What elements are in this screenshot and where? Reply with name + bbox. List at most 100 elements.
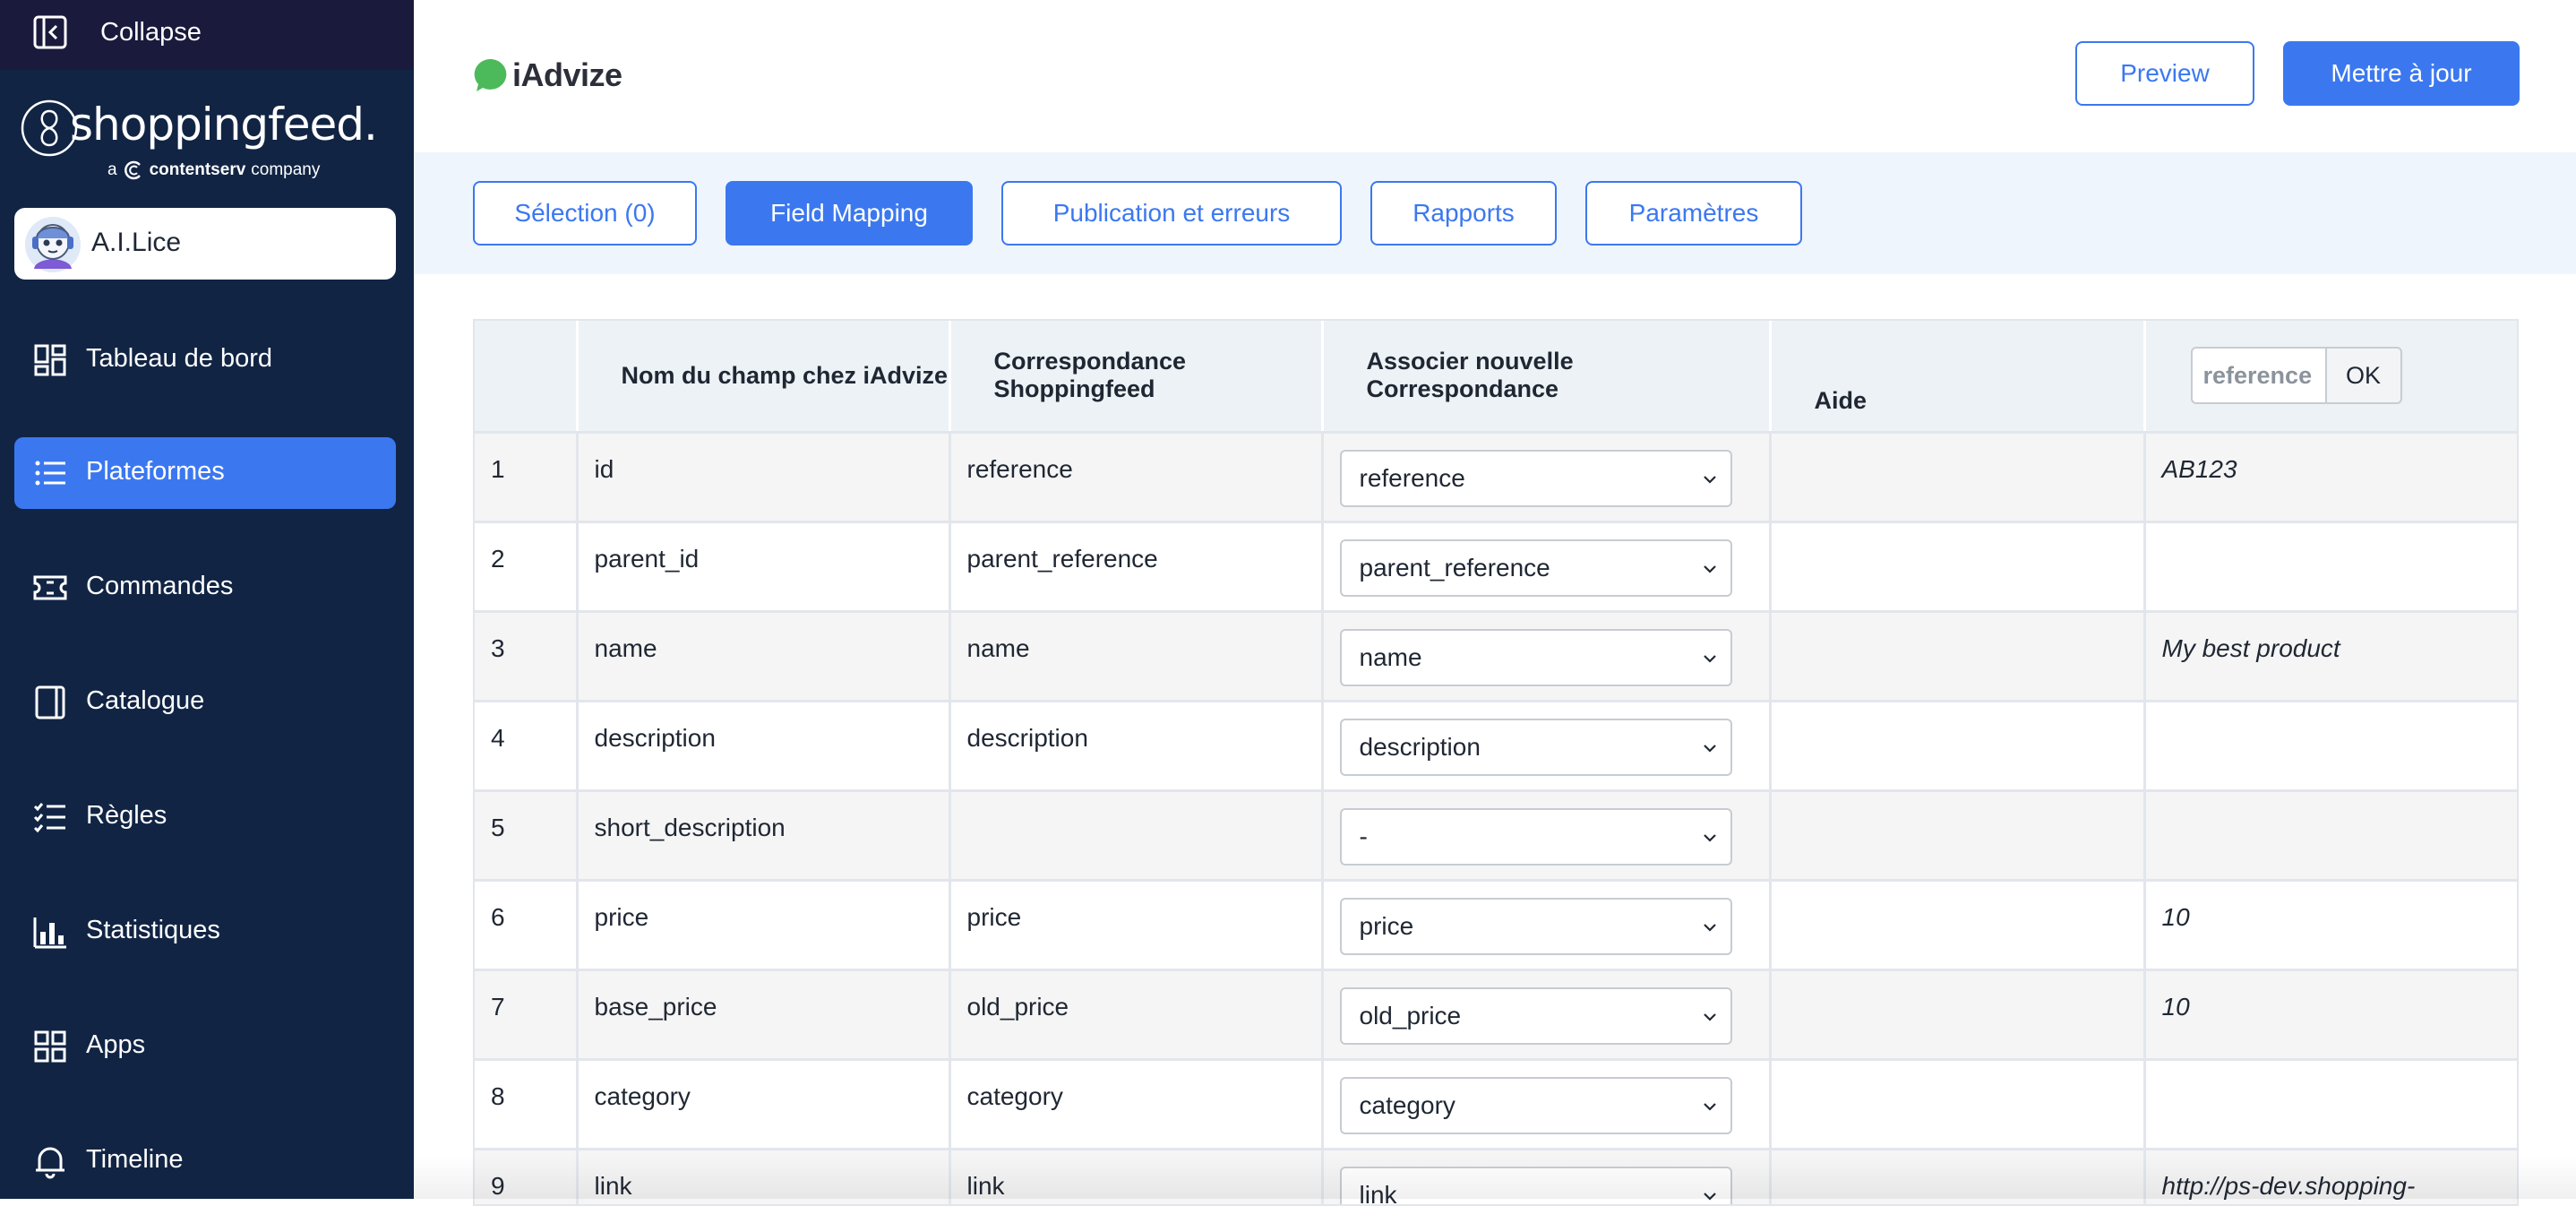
sidebar-item-timeline[interactable]: Timeline [14, 1125, 396, 1197]
ticket-icon [32, 570, 68, 606]
help-cell [1770, 611, 2144, 701]
header-field-name: Nom du champ chez iAdvize [577, 321, 949, 432]
row-number: 1 [475, 432, 577, 521]
help-cell [1770, 790, 2144, 880]
mapping-select-value: price [1360, 912, 1414, 940]
tab-publication-erreurs[interactable]: Publication et erreurs [1001, 181, 1342, 246]
row-number: 4 [475, 701, 577, 790]
sidebar-item-label: Statistiques [86, 916, 220, 945]
sidebar-item-label: Catalogue [86, 686, 204, 716]
sidebar-item-apps[interactable]: Apps [14, 1011, 396, 1082]
mapping-select-value: - [1360, 823, 1368, 850]
app-root: Collapse shoppingfeed. a contentserv com… [0, 0, 2576, 1199]
help-cell [1770, 521, 2144, 611]
mapping-select[interactable]: reference [1340, 450, 1732, 507]
row-number: 7 [475, 969, 577, 1059]
table-row: 3namenamenameMy best product [475, 611, 2517, 701]
mapping-select[interactable]: category [1340, 1077, 1732, 1134]
sidebar-item-regles[interactable]: Règles [14, 781, 396, 853]
mapping-table: Nom du champ chez iAdvize Correspondance… [475, 321, 2517, 1206]
table-row: 9linklinklinkhttp://ps-dev.shopping- [475, 1149, 2517, 1206]
row-number: 2 [475, 521, 577, 611]
help-cell [1770, 969, 2144, 1059]
collapse-button[interactable]: Collapse [0, 0, 414, 70]
ai-assistant-button[interactable]: A.I.Lice [14, 208, 396, 280]
mapping-select[interactable]: name [1340, 629, 1732, 686]
brand-logo[interactable]: shoppingfeed. a contentserv company [20, 95, 396, 185]
row-number: 3 [475, 611, 577, 701]
dashboard-icon [32, 342, 68, 378]
field-mapping-table: Nom du champ chez iAdvize Correspondance… [473, 319, 2519, 1206]
brand-name: shoppingfeed. [70, 99, 377, 151]
mapping-select[interactable]: description [1340, 719, 1732, 776]
field-name-cell: id [577, 432, 949, 521]
collapse-label: Collapse [100, 18, 202, 47]
tab-selection[interactable]: Sélection (0) [473, 181, 697, 246]
example-cell [2144, 521, 2517, 611]
sidebar-item-commandes[interactable]: Commandes [14, 552, 396, 624]
sidebar-item-statistiques[interactable]: Statistiques [14, 896, 396, 968]
tab-rapports[interactable]: Rapports [1370, 181, 1557, 246]
example-cell: 10 [2144, 880, 2517, 969]
mapping-select-value: name [1360, 643, 1422, 671]
book-icon [32, 685, 68, 720]
bar-chart-icon [32, 914, 68, 950]
field-name-cell: price [577, 880, 949, 969]
collapse-icon [32, 14, 68, 50]
sidebar: Collapse shoppingfeed. a contentserv com… [0, 0, 414, 1199]
mapping-select[interactable]: link [1340, 1167, 1732, 1206]
row-number: 9 [475, 1149, 577, 1206]
example-cell: 10 [2144, 969, 2517, 1059]
sidebar-item-tableau-de-bord[interactable]: Tableau de bord [14, 324, 396, 396]
tabs-bar: Sélection (0) Field Mapping Publication … [414, 152, 2576, 274]
ok-button[interactable]: OK [2325, 347, 2402, 404]
sidebar-item-plateformes[interactable]: Plateformes [14, 437, 396, 509]
field-name-cell: short_description [577, 790, 949, 880]
field-name-cell: category [577, 1059, 949, 1149]
mapping-select[interactable]: parent_reference [1340, 539, 1732, 597]
field-name-cell: description [577, 701, 949, 790]
table-row: 1idreferencereferenceAB123 [475, 432, 2517, 521]
new-mapping-cell: name [1322, 611, 1770, 701]
mapping-cell: reference [949, 432, 1322, 521]
example-cell [2144, 1059, 2517, 1149]
tab-field-mapping[interactable]: Field Mapping [726, 181, 973, 246]
row-number: 8 [475, 1059, 577, 1149]
new-mapping-cell: reference [1322, 432, 1770, 521]
example-cell: AB123 [2144, 432, 2517, 521]
chevron-down-icon [1700, 1186, 1720, 1206]
checklist-icon [32, 799, 68, 835]
table-row: 4descriptiondescriptiondescription [475, 701, 2517, 790]
chat-bubble-icon [473, 56, 511, 94]
chevron-down-icon [1700, 1007, 1720, 1027]
field-name-cell: link [577, 1149, 949, 1206]
mapping-select-value: category [1360, 1091, 1455, 1119]
bell-icon [32, 1143, 68, 1179]
preview-button[interactable]: Preview [2075, 41, 2254, 106]
reference-search-input[interactable]: reference [2191, 347, 2325, 404]
header-help: Aide [1770, 321, 2144, 432]
main-content: iAdvize Preview Mettre à jour Sélection … [414, 0, 2576, 1199]
field-name-cell: base_price [577, 969, 949, 1059]
mapping-select-value: link [1360, 1181, 1397, 1206]
mapping-cell: old_price [949, 969, 1322, 1059]
tagline-suffix: company [251, 160, 320, 180]
example-cell: My best product [2144, 611, 2517, 701]
tab-parametres[interactable]: Paramètres [1585, 181, 1802, 246]
new-mapping-cell: link [1322, 1149, 1770, 1206]
new-mapping-cell: parent_reference [1322, 521, 1770, 611]
sidebar-item-label: Règles [86, 801, 167, 831]
row-number: 6 [475, 880, 577, 969]
chevron-down-icon [1700, 917, 1720, 937]
mapping-cell [949, 790, 1322, 880]
mapping-select[interactable]: old_price [1340, 987, 1732, 1045]
table-row: 5short_description- [475, 790, 2517, 880]
mapping-select[interactable]: price [1340, 898, 1732, 955]
table-row: 7base_priceold_priceold_price10 [475, 969, 2517, 1059]
mapping-select[interactable]: - [1340, 808, 1732, 866]
mapping-select-value: parent_reference [1360, 554, 1550, 581]
header-mapping: Correspondance Shoppingfeed [949, 321, 1322, 432]
sidebar-item-catalogue[interactable]: Catalogue [14, 667, 396, 738]
new-mapping-cell: description [1322, 701, 1770, 790]
update-button[interactable]: Mettre à jour [2283, 41, 2520, 106]
